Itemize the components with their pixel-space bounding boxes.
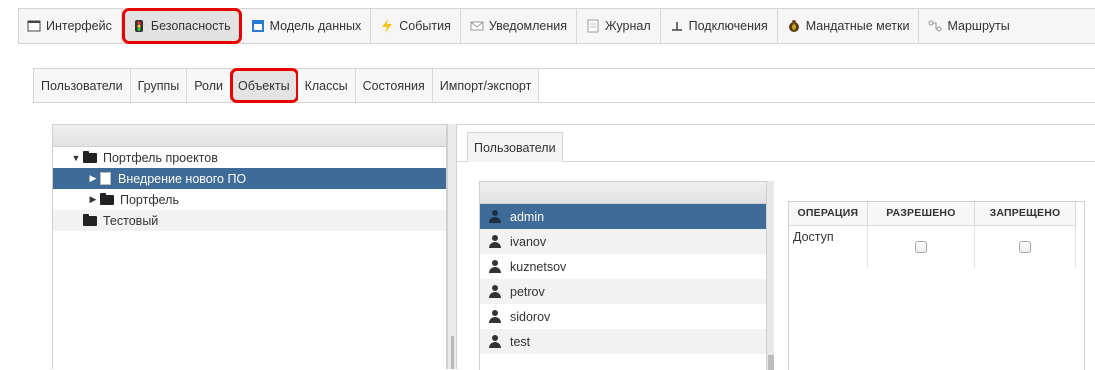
route-icon <box>928 19 942 33</box>
object-permissions-panel: Пользователи admin ivanov kuznetsov petr… <box>457 124 1095 370</box>
toolbar-journal[interactable]: Журнал <box>577 9 661 43</box>
user-icon <box>489 235 501 248</box>
folder-icon <box>83 213 97 226</box>
toolbar-routes-label: Маршруты <box>947 19 1010 33</box>
user-name: kuznetsov <box>510 259 567 274</box>
tab-permissions-users[interactable]: Пользователи <box>467 132 563 162</box>
denied-cell <box>974 225 1077 268</box>
toolbar-journal-label: Журнал <box>605 19 651 33</box>
folder-icon <box>83 150 97 163</box>
tab-groups[interactable]: Группы <box>130 69 188 102</box>
toolbar-mandatory-labels-label: Мандатные метки <box>805 19 910 33</box>
toolbar-interface-label: Интерфейс <box>46 19 112 33</box>
document-icon <box>100 172 111 185</box>
panel-splitter[interactable] <box>447 124 457 369</box>
permission-row-access: Доступ <box>789 225 1077 268</box>
toolbar-notifications-label: Уведомления <box>488 19 568 33</box>
column-denied: ЗАПРЕЩЕНО <box>974 202 1077 226</box>
user-name: ivanov <box>510 234 547 249</box>
plug-icon <box>670 19 684 33</box>
data-model-icon <box>251 19 265 33</box>
toolbar-events[interactable]: События <box>371 9 461 43</box>
user-icon <box>489 285 501 298</box>
tab-import-export[interactable]: Импорт/экспорт <box>432 69 540 102</box>
toolbar-connections-label: Подключения <box>688 19 768 33</box>
toolbar-connections[interactable]: Подключения <box>661 9 778 43</box>
user-icon <box>489 335 501 348</box>
folder-icon <box>100 192 114 205</box>
operation-label: Доступ <box>789 225 868 268</box>
traffic-light-icon <box>132 19 146 33</box>
tab-objects[interactable]: Объекты <box>230 68 299 103</box>
column-allowed: РАЗРЕШЕНО <box>867 202 975 226</box>
bug-icon <box>787 19 801 33</box>
tab-roles[interactable]: Роли <box>187 69 231 102</box>
toolbar-security-label: Безопасность <box>150 19 231 33</box>
user-name: petrov <box>510 284 545 299</box>
security-subtabs-bar: Пользователи Группы Роли Объекты Классы … <box>33 68 1095 103</box>
user-name: test <box>510 334 531 349</box>
users-scrollbar-thumb[interactable] <box>768 355 774 370</box>
column-operation: ОПЕРАЦИЯ <box>789 202 868 226</box>
allowed-cell <box>867 225 975 268</box>
user-name: admin <box>510 209 545 224</box>
tab-states[interactable]: Состояния <box>355 69 433 102</box>
toolbar-security[interactable]: Безопасность <box>121 8 242 44</box>
tab-users[interactable]: Пользователи <box>34 69 131 102</box>
user-icon <box>489 310 501 323</box>
user-item-sidorov[interactable]: sidorov <box>480 304 766 329</box>
tab-classes[interactable]: Классы <box>297 69 356 102</box>
toolbar-interface[interactable]: Интерфейс <box>19 9 122 43</box>
tree-node-label: Портфель <box>120 192 179 207</box>
user-icon <box>489 210 501 223</box>
tree-node-test[interactable]: Тестовый <box>53 210 446 231</box>
expand-arrow-icon[interactable]: ▶ <box>88 173 98 184</box>
tree-node-portfolio[interactable]: ▶ Портфель <box>53 189 446 210</box>
tree-node-project-portfolio[interactable]: ▼ Портфель проектов <box>53 147 446 168</box>
toolbar-events-label: События <box>399 19 451 33</box>
denied-checkbox[interactable] <box>1018 240 1031 253</box>
tree-node-label: Портфель проектов <box>103 150 218 165</box>
user-item-ivanov[interactable]: ivanov <box>480 229 766 254</box>
window-icon <box>27 19 41 33</box>
permissions-tabbar: Пользователи <box>457 125 1095 162</box>
toolbar-data-model-label: Модель данных <box>269 19 362 33</box>
tree-header <box>53 125 446 147</box>
user-icon <box>489 260 501 273</box>
users-scrollbar[interactable] <box>766 181 774 370</box>
splitter-grip[interactable] <box>451 336 454 369</box>
users-list-header <box>480 182 766 204</box>
envelope-icon <box>470 19 484 33</box>
toolbar-routes[interactable]: Маршруты <box>919 9 1018 43</box>
user-item-test[interactable]: test <box>480 329 766 354</box>
user-item-petrov[interactable]: petrov <box>480 279 766 304</box>
users-list: admin ivanov kuznetsov petrov sidorov te… <box>479 181 767 370</box>
object-tree-panel: ▼ Портфель проектов ▶ Внедрение нового П… <box>52 124 447 369</box>
user-item-kuznetsov[interactable]: kuznetsov <box>480 254 766 279</box>
allowed-checkbox[interactable] <box>914 240 927 253</box>
toolbar-notifications[interactable]: Уведомления <box>461 9 578 43</box>
tree-node-label: Внедрение нового ПО <box>118 171 247 186</box>
permissions-table: ОПЕРАЦИЯ РАЗРЕШЕНО ЗАПРЕЩЕНО Доступ <box>788 201 1085 370</box>
toolbar-mandatory-labels[interactable]: Мандатные метки <box>778 9 920 43</box>
toolbar-data-model[interactable]: Модель данных <box>242 9 372 43</box>
tree-node-label: Тестовый <box>103 213 159 228</box>
tree-node-new-software[interactable]: ▶ Внедрение нового ПО <box>53 168 446 189</box>
expand-arrow-icon[interactable]: ▶ <box>88 194 98 205</box>
document-icon <box>586 19 600 33</box>
main-toolbar: Интерфейс Безопасность Модель данных Соб… <box>18 8 1095 44</box>
user-name: sidorov <box>510 309 551 324</box>
collapse-arrow-icon[interactable]: ▼ <box>71 153 81 163</box>
lightning-icon <box>380 19 394 33</box>
user-item-admin[interactable]: admin <box>480 204 766 229</box>
